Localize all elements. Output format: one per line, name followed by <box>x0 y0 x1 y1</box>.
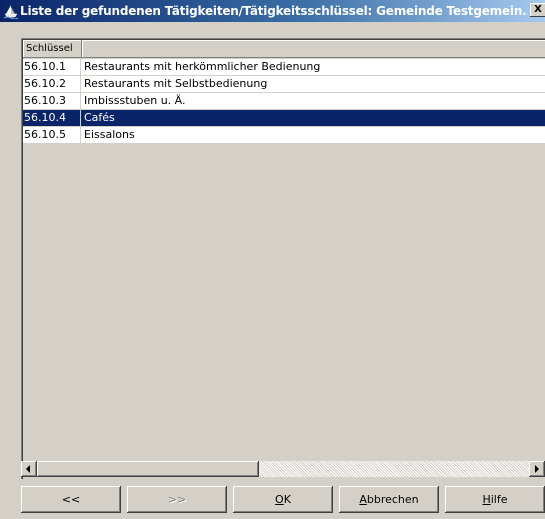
table-row[interactable]: 56.10.3 Imbissstuben u. Ä. <box>23 93 545 110</box>
ok-label: K <box>283 493 291 506</box>
cancel-mnemonic: A <box>359 493 367 506</box>
dialog-window: Liste der gefundenen Tätigkeiten/Tätigke… <box>0 0 545 519</box>
row-key: 56.10.3 <box>23 93 81 109</box>
cancel-button[interactable]: Abbrechen <box>339 486 439 513</box>
previous-label: << <box>61 493 81 506</box>
row-label: Restaurants mit herkömmlicher Bedienung <box>84 60 321 73</box>
scroll-track[interactable] <box>259 461 529 477</box>
row-label: Imbissstuben u. Ä. <box>84 94 186 107</box>
results-list[interactable]: Schlüssel 56.10.1 Restaurants mit herkömm… <box>21 38 545 479</box>
next-label: >> <box>167 493 187 506</box>
table-header: Schlüssel <box>23 40 545 59</box>
scroll-right-button[interactable] <box>529 461 545 477</box>
table-row[interactable]: 56.10.5 Eissalons <box>23 127 545 144</box>
arrow-right-icon <box>535 465 539 473</box>
row-key: 56.10.4 <box>23 110 81 126</box>
help-label: ilfe <box>490 493 508 506</box>
row-label: Cafés <box>84 111 115 124</box>
ship-icon <box>3 5 19 19</box>
title-bar[interactable]: Liste der gefundenen Tätigkeiten/Tätigke… <box>0 0 545 22</box>
table-row[interactable]: 56.10.2 Restaurants mit Selbstbedienung <box>23 76 545 93</box>
row-key: 56.10.2 <box>23 76 81 92</box>
column-header-key[interactable]: Schlüssel <box>23 40 82 58</box>
row-label: Restaurants mit Selbstbedienung <box>84 77 268 90</box>
table-body: 56.10.1 Restaurants mit herkömmlicher Bed… <box>23 59 545 144</box>
help-mnemonic: H <box>482 493 491 506</box>
column-header-label[interactable] <box>82 40 545 58</box>
help-button[interactable]: Hilfe <box>445 486 545 513</box>
table-row[interactable]: 56.10.4 Cafés <box>23 110 545 127</box>
window-title: Liste der gefundenen Tätigkeiten/Tätigke… <box>20 4 528 18</box>
previous-button[interactable]: << <box>21 486 121 513</box>
arrow-left-icon <box>26 465 30 473</box>
row-key: 56.10.5 <box>23 127 81 143</box>
ok-button[interactable]: OK <box>233 486 333 513</box>
scroll-thumb[interactable] <box>37 461 259 477</box>
cancel-label: bbrechen <box>366 493 419 506</box>
table-row[interactable]: 56.10.1 Restaurants mit herkömmlicher Bed… <box>23 59 545 76</box>
ok-mnemonic: O <box>275 493 284 506</box>
row-key: 56.10.1 <box>23 59 81 75</box>
next-button[interactable]: >> <box>127 486 227 513</box>
horizontal-scrollbar[interactable] <box>21 461 545 477</box>
row-label: Eissalons <box>84 128 135 141</box>
close-button[interactable]: X <box>530 3 545 17</box>
scroll-left-button[interactable] <box>21 461 37 477</box>
close-icon: X <box>534 4 542 15</box>
